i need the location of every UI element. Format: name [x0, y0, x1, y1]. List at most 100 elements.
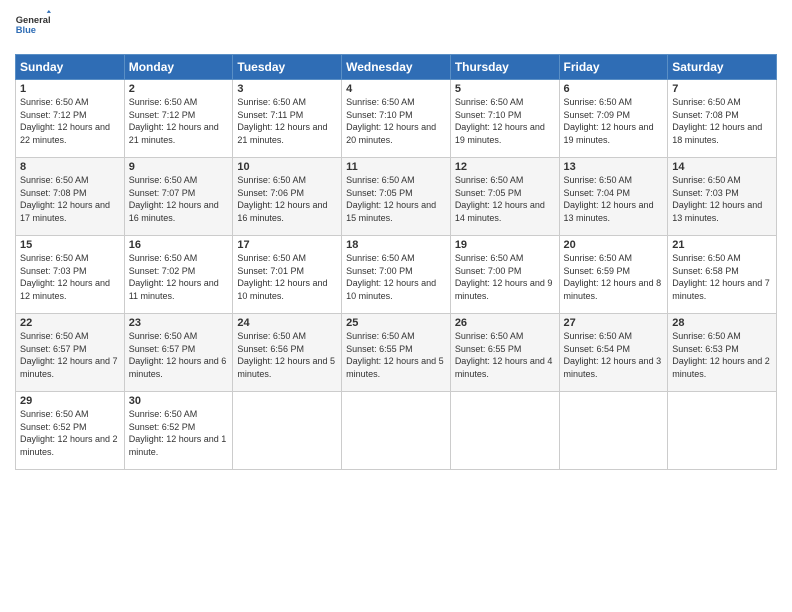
day-number: 1 [20, 83, 120, 95]
calendar-cell: 2 Sunrise: 6:50 AMSunset: 7:12 PMDaylight… [124, 80, 233, 158]
day-info: Sunrise: 6:50 AMSunset: 7:00 PMDaylight:… [346, 253, 436, 301]
calendar-cell [233, 392, 342, 470]
day-number: 4 [346, 83, 446, 95]
day-number: 9 [129, 161, 229, 173]
calendar-cell: 10 Sunrise: 6:50 AMSunset: 7:06 PMDayligh… [233, 158, 342, 236]
calendar-cell: 19 Sunrise: 6:50 AMSunset: 7:00 PMDayligh… [450, 236, 559, 314]
day-number: 22 [20, 317, 120, 329]
day-info: Sunrise: 6:50 AMSunset: 7:03 PMDaylight:… [672, 175, 762, 223]
day-number: 6 [564, 83, 664, 95]
day-number: 14 [672, 161, 772, 173]
calendar-cell [668, 392, 777, 470]
calendar-table: SundayMondayTuesdayWednesdayThursdayFrid… [15, 54, 777, 470]
calendar-cell: 22 Sunrise: 6:50 AMSunset: 6:57 PMDayligh… [16, 314, 125, 392]
calendar-cell: 14 Sunrise: 6:50 AMSunset: 7:03 PMDayligh… [668, 158, 777, 236]
day-info: Sunrise: 6:50 AMSunset: 7:06 PMDaylight:… [237, 175, 327, 223]
day-info: Sunrise: 6:50 AMSunset: 6:52 PMDaylight:… [20, 409, 118, 457]
day-number: 18 [346, 239, 446, 251]
calendar-week-5: 29 Sunrise: 6:50 AMSunset: 6:52 PMDayligh… [16, 392, 777, 470]
day-number: 29 [20, 395, 120, 407]
day-info: Sunrise: 6:50 AMSunset: 7:10 PMDaylight:… [346, 97, 436, 145]
calendar-body: 1 Sunrise: 6:50 AMSunset: 7:12 PMDaylight… [16, 80, 777, 470]
day-number: 3 [237, 83, 337, 95]
calendar-cell: 27Sunrise: 6:50 AMSunset: 6:54 PMDayligh… [559, 314, 668, 392]
day-number: 12 [455, 161, 555, 173]
day-info: Sunrise: 6:50 AMSunset: 6:52 PMDaylight:… [129, 409, 227, 457]
day-number: 26 [455, 317, 555, 329]
day-number: 19 [455, 239, 555, 251]
header-day-tuesday: Tuesday [233, 55, 342, 80]
day-info: Sunrise: 6:50 AMSunset: 6:54 PMDaylight:… [564, 331, 662, 379]
day-info: Sunrise: 6:50 AMSunset: 6:58 PMDaylight:… [672, 253, 770, 301]
day-number: 24 [237, 317, 337, 329]
day-info: Sunrise: 6:50 AMSunset: 7:12 PMDaylight:… [20, 97, 110, 145]
day-info: Sunrise: 6:50 AMSunset: 6:55 PMDaylight:… [346, 331, 444, 379]
day-info: Sunrise: 6:50 AMSunset: 6:59 PMDaylight:… [564, 253, 662, 301]
calendar-cell: 30 Sunrise: 6:50 AMSunset: 6:52 PMDayligh… [124, 392, 233, 470]
day-number: 7 [672, 83, 772, 95]
calendar-cell: 25 Sunrise: 6:50 AMSunset: 6:55 PMDayligh… [342, 314, 451, 392]
calendar-cell: 13 Sunrise: 6:50 AMSunset: 7:04 PMDayligh… [559, 158, 668, 236]
day-info: Sunrise: 6:50 AMSunset: 7:09 PMDaylight:… [564, 97, 654, 145]
day-number: 21 [672, 239, 772, 251]
day-number: 5 [455, 83, 555, 95]
day-info: Sunrise: 6:50 AMSunset: 7:00 PMDaylight:… [455, 253, 553, 301]
calendar-cell: 11Sunrise: 6:50 AMSunset: 7:05 PMDayligh… [342, 158, 451, 236]
calendar-cell [342, 392, 451, 470]
calendar-week-1: 1 Sunrise: 6:50 AMSunset: 7:12 PMDaylight… [16, 80, 777, 158]
day-info: Sunrise: 6:50 AMSunset: 6:55 PMDaylight:… [455, 331, 553, 379]
day-number: 15 [20, 239, 120, 251]
day-number: 23 [129, 317, 229, 329]
day-info: Sunrise: 6:50 AMSunset: 7:05 PMDaylight:… [346, 175, 436, 223]
day-info: Sunrise: 6:50 AMSunset: 7:12 PMDaylight:… [129, 97, 219, 145]
calendar-cell: 8 Sunrise: 6:50 AMSunset: 7:08 PMDaylight… [16, 158, 125, 236]
calendar-cell: 26 Sunrise: 6:50 AMSunset: 6:55 PMDayligh… [450, 314, 559, 392]
day-info: Sunrise: 6:50 AMSunset: 6:57 PMDaylight:… [129, 331, 227, 379]
day-info: Sunrise: 6:50 AMSunset: 7:02 PMDaylight:… [129, 253, 219, 301]
day-number: 30 [129, 395, 229, 407]
page-container: General Blue SundayMondayTuesdayWednesda… [0, 0, 792, 480]
svg-text:General: General [16, 15, 51, 25]
calendar-cell: 3Sunrise: 6:50 AMSunset: 7:11 PMDaylight… [233, 80, 342, 158]
header-day-saturday: Saturday [668, 55, 777, 80]
calendar-cell [559, 392, 668, 470]
day-number: 10 [237, 161, 337, 173]
calendar-cell: 28 Sunrise: 6:50 AMSunset: 6:53 PMDayligh… [668, 314, 777, 392]
header-day-sunday: Sunday [16, 55, 125, 80]
svg-text:Blue: Blue [16, 25, 36, 35]
header-day-thursday: Thursday [450, 55, 559, 80]
calendar-cell: 18 Sunrise: 6:50 AMSunset: 7:00 PMDayligh… [342, 236, 451, 314]
header: General Blue [15, 10, 777, 46]
logo-svg: General Blue [15, 10, 51, 46]
calendar-cell: 23 Sunrise: 6:50 AMSunset: 6:57 PMDayligh… [124, 314, 233, 392]
header-day-monday: Monday [124, 55, 233, 80]
calendar-cell: 15 Sunrise: 6:50 AMSunset: 7:03 PMDayligh… [16, 236, 125, 314]
day-info: Sunrise: 6:50 AMSunset: 7:05 PMDaylight:… [455, 175, 545, 223]
day-number: 13 [564, 161, 664, 173]
day-number: 8 [20, 161, 120, 173]
day-info: Sunrise: 6:50 AMSunset: 7:08 PMDaylight:… [672, 97, 762, 145]
calendar-cell: 16 Sunrise: 6:50 AMSunset: 7:02 PMDayligh… [124, 236, 233, 314]
day-info: Sunrise: 6:50 AMSunset: 7:01 PMDaylight:… [237, 253, 327, 301]
day-number: 28 [672, 317, 772, 329]
calendar-cell: 12 Sunrise: 6:50 AMSunset: 7:05 PMDayligh… [450, 158, 559, 236]
calendar-cell: 24Sunrise: 6:50 AMSunset: 6:56 PMDayligh… [233, 314, 342, 392]
day-number: 25 [346, 317, 446, 329]
day-info: Sunrise: 6:50 AMSunset: 7:10 PMDaylight:… [455, 97, 545, 145]
day-info: Sunrise: 6:50 AMSunset: 7:08 PMDaylight:… [20, 175, 110, 223]
calendar-cell: 20Sunrise: 6:50 AMSunset: 6:59 PMDayligh… [559, 236, 668, 314]
day-info: Sunrise: 6:50 AMSunset: 7:03 PMDaylight:… [20, 253, 110, 301]
calendar-header-row: SundayMondayTuesdayWednesdayThursdayFrid… [16, 55, 777, 80]
day-info: Sunrise: 6:50 AMSunset: 6:53 PMDaylight:… [672, 331, 770, 379]
calendar-week-4: 22 Sunrise: 6:50 AMSunset: 6:57 PMDayligh… [16, 314, 777, 392]
day-info: Sunrise: 6:50 AMSunset: 6:57 PMDaylight:… [20, 331, 118, 379]
calendar-week-3: 15 Sunrise: 6:50 AMSunset: 7:03 PMDayligh… [16, 236, 777, 314]
calendar-week-2: 8 Sunrise: 6:50 AMSunset: 7:08 PMDaylight… [16, 158, 777, 236]
calendar-cell: 29 Sunrise: 6:50 AMSunset: 6:52 PMDayligh… [16, 392, 125, 470]
calendar-cell: 21 Sunrise: 6:50 AMSunset: 6:58 PMDayligh… [668, 236, 777, 314]
day-info: Sunrise: 6:50 AMSunset: 7:04 PMDaylight:… [564, 175, 654, 223]
header-day-wednesday: Wednesday [342, 55, 451, 80]
day-number: 2 [129, 83, 229, 95]
day-info: Sunrise: 6:50 AMSunset: 7:07 PMDaylight:… [129, 175, 219, 223]
day-number: 16 [129, 239, 229, 251]
